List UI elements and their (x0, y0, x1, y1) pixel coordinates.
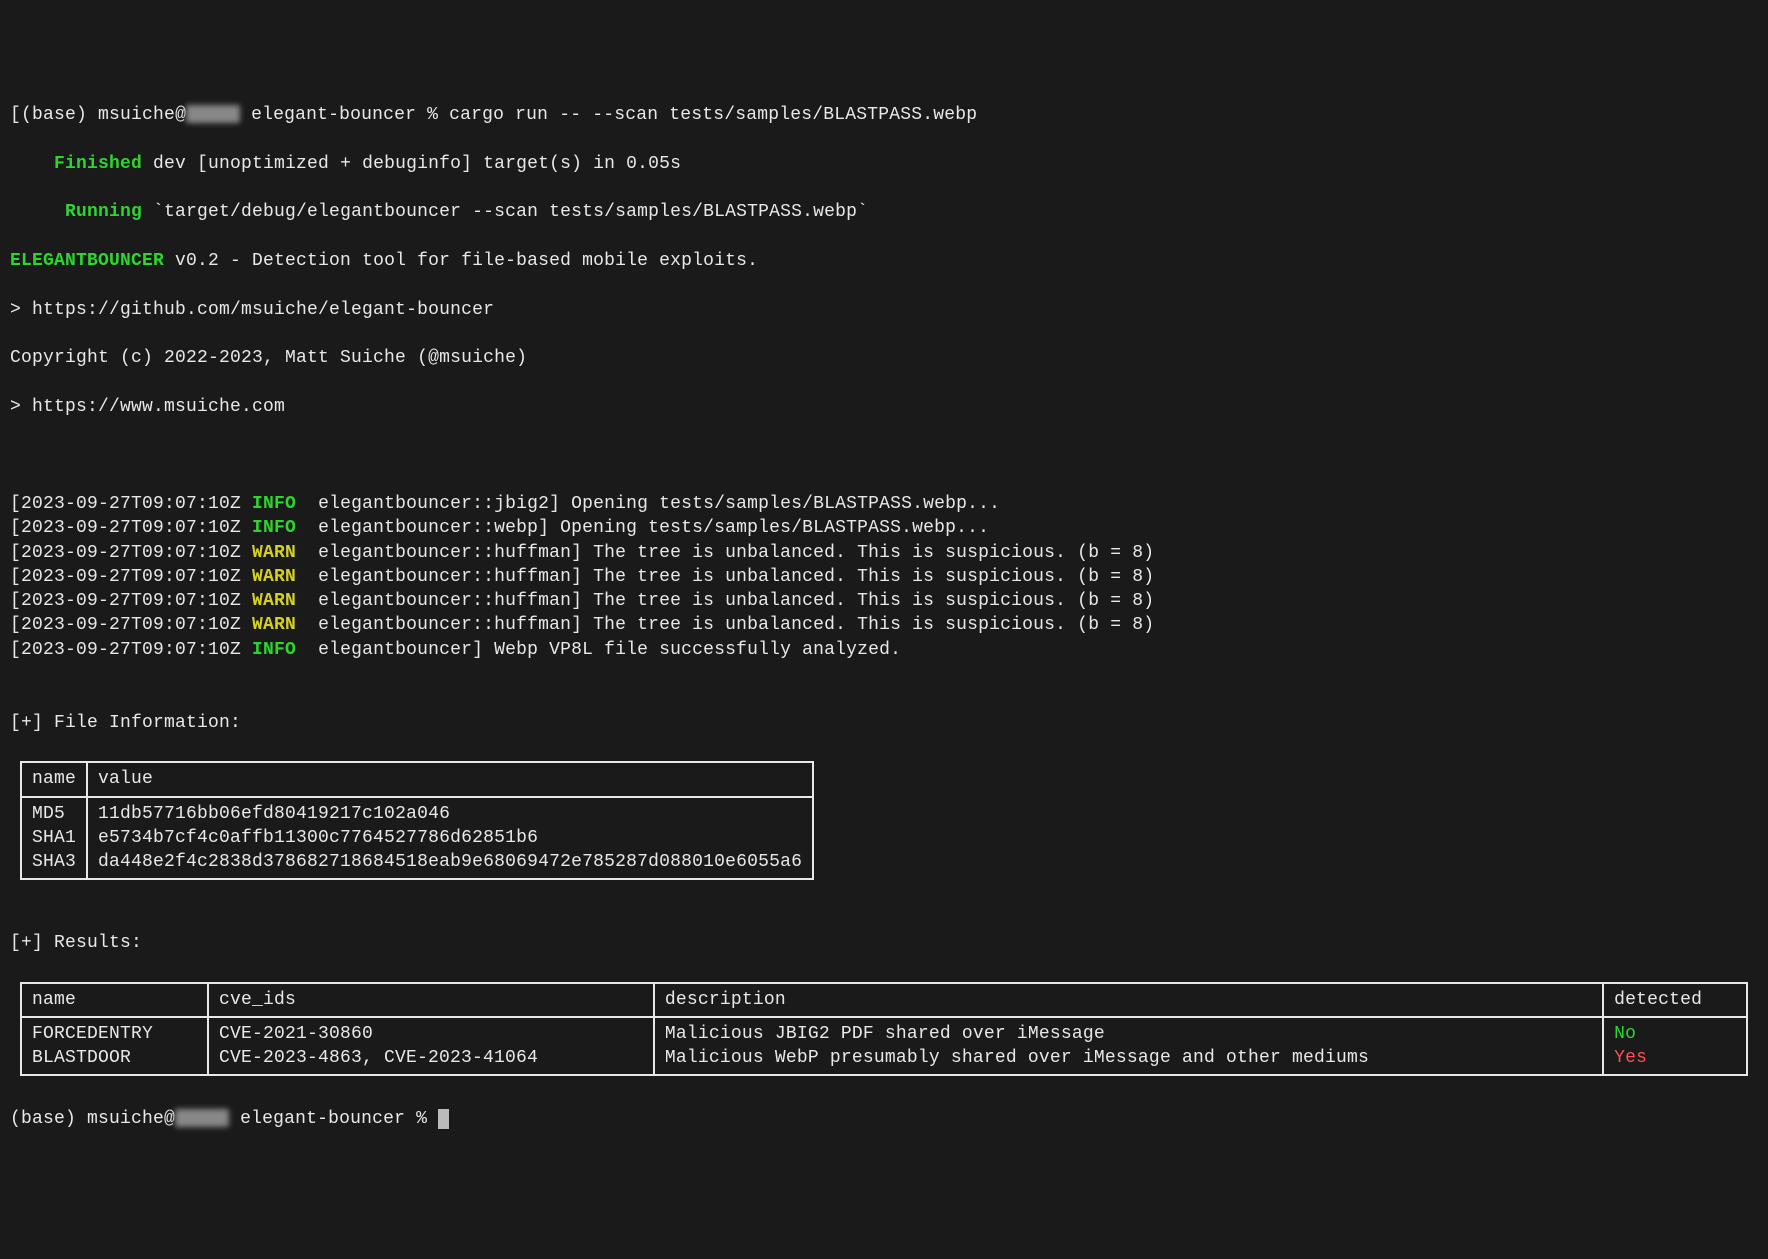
log-level: INFO (252, 640, 296, 660)
log-level: WARN (252, 591, 296, 611)
log-message: elegantbouncer::huffman] The tree is unb… (296, 543, 1154, 563)
command-text: cargo run -- --scan tests/samples/BLASTP… (449, 105, 977, 125)
col-cve: cve_ids (208, 983, 654, 1017)
col-detected: detected (1603, 983, 1747, 1017)
prompt-dir: elegant-bouncer (251, 105, 416, 125)
prompt-line-1: [(base) msuiche@xxxxx elegant-bouncer % … (10, 103, 1758, 127)
tool-title-line: ELEGANTBOUNCER v0.2 - Detection tool for… (10, 249, 1758, 273)
file-info-heading: [+] File Information: (10, 711, 1758, 735)
col-description: description (654, 983, 1603, 1017)
running-label: Running (65, 202, 142, 222)
log-message: elegantbouncer] Webp VP8L file successfu… (296, 640, 901, 660)
result-descriptions: Malicious JBIG2 PDF shared over iMessage… (654, 1017, 1603, 1076)
github-url-line: > https://github.com/msuiche/elegant-bou… (10, 298, 1758, 322)
table-header-row: name cve_ids description detected (21, 983, 1747, 1017)
prompt-line-2[interactable]: (base) msuiche@xxxxx elegant-bouncer % (10, 1107, 1758, 1131)
log-message: elegantbouncer::jbig2] Opening tests/sam… (296, 494, 1000, 514)
col-name: name (21, 983, 208, 1017)
detected-value: Yes (1614, 1048, 1647, 1068)
results-heading: [+] Results: (10, 931, 1758, 955)
log-level: WARN (252, 615, 296, 635)
results-table: name cve_ids description detected FORCED… (20, 982, 1748, 1077)
log-message: elegantbouncer::huffman] The tree is unb… (296, 615, 1154, 635)
copyright-line: Copyright (c) 2022-2023, Matt Suiche (@m… (10, 346, 1758, 370)
log-line: [2023-09-27T09:07:10Z WARN elegantbounce… (10, 565, 1758, 589)
log-timestamp: [2023-09-27T09:07:10Z (10, 615, 252, 635)
table-header-row: name value (21, 762, 813, 796)
table-row: FORCEDENTRY BLASTDOORCVE-2021-30860 CVE-… (21, 1017, 1747, 1076)
prompt-user: msuiche (98, 105, 175, 125)
build-running-line: Running `target/debug/elegantbouncer --s… (10, 200, 1758, 224)
log-timestamp: [2023-09-27T09:07:10Z (10, 543, 252, 563)
log-line: [2023-09-27T09:07:10Z WARN elegantbounce… (10, 613, 1758, 637)
log-level: WARN (252, 543, 296, 563)
log-line: [2023-09-27T09:07:10Z WARN elegantbounce… (10, 589, 1758, 613)
finished-label: Finished (54, 154, 142, 174)
log-output: [2023-09-27T09:07:10Z INFO elegantbounce… (10, 492, 1758, 662)
hash-values: 11db57716bb06efd80419217c102a046 e5734b7… (87, 797, 813, 880)
result-cves: CVE-2021-30860 CVE-2023-4863, CVE-2023-4… (208, 1017, 654, 1076)
log-message: elegantbouncer::huffman] The tree is unb… (296, 591, 1154, 611)
detected-value: No (1614, 1024, 1636, 1044)
log-timestamp: [2023-09-27T09:07:10Z (10, 591, 252, 611)
log-level: INFO (252, 494, 296, 514)
log-line: [2023-09-27T09:07:10Z INFO elegantbounce… (10, 492, 1758, 516)
file-info-table: name value MD5 SHA1 SHA311db57716bb06efd… (20, 761, 814, 880)
col-name: name (21, 762, 87, 796)
log-timestamp: [2023-09-27T09:07:10Z (10, 640, 252, 660)
log-message: elegantbouncer::huffman] The tree is unb… (296, 567, 1154, 587)
cursor (438, 1109, 449, 1129)
log-timestamp: [2023-09-27T09:07:10Z (10, 518, 252, 538)
build-finished-line: Finished dev [unoptimized + debuginfo] t… (10, 152, 1758, 176)
result-detected: No Yes (1603, 1017, 1747, 1076)
hash-names: MD5 SHA1 SHA3 (21, 797, 87, 880)
log-timestamp: [2023-09-27T09:07:10Z (10, 567, 252, 587)
result-names: FORCEDENTRY BLASTDOOR (21, 1017, 208, 1076)
env-tag: (base) (21, 105, 87, 125)
hostname-redacted: xxxxx (175, 1109, 229, 1127)
col-value: value (87, 762, 813, 796)
log-level: WARN (252, 567, 296, 587)
website-url-line: > https://www.msuiche.com (10, 395, 1758, 419)
table-row: MD5 SHA1 SHA311db57716bb06efd80419217c10… (21, 797, 813, 880)
hostname-redacted: xxxxx (186, 105, 240, 123)
log-line: [2023-09-27T09:07:10Z INFO elegantbounce… (10, 638, 1758, 662)
log-message: elegantbouncer::webp] Opening tests/samp… (296, 518, 989, 538)
log-timestamp: [2023-09-27T09:07:10Z (10, 494, 252, 514)
tool-name: ELEGANTBOUNCER (10, 251, 164, 271)
log-line: [2023-09-27T09:07:10Z WARN elegantbounce… (10, 541, 1758, 565)
log-level: INFO (252, 518, 296, 538)
log-line: [2023-09-27T09:07:10Z INFO elegantbounce… (10, 516, 1758, 540)
